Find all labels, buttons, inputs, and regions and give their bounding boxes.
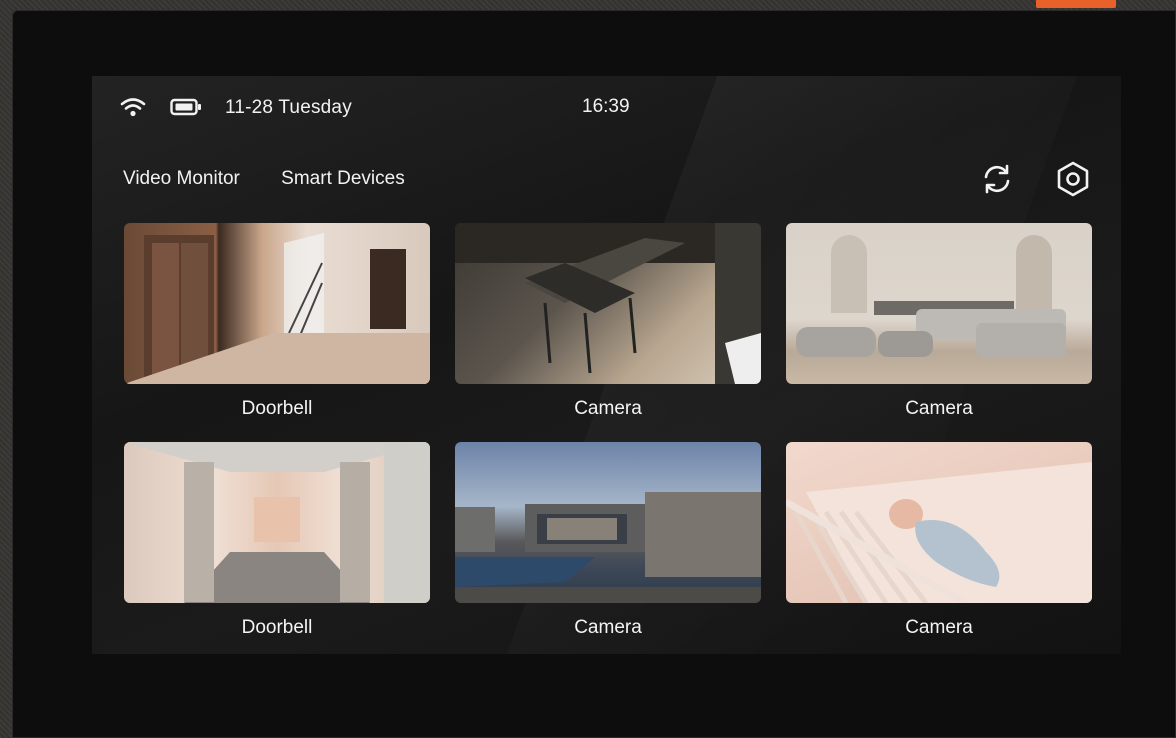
camera-feed-thumbnail[interactable] (455, 223, 761, 384)
screen: 11-28 Tuesday 16:39 Video Monitor Smart … (92, 76, 1121, 654)
tab-video-monitor[interactable]: Video Monitor (123, 168, 240, 189)
refresh-icon[interactable] (980, 162, 1014, 196)
nav-tabs: Video Monitor Smart Devices (123, 168, 441, 190)
camera-feed-thumbnail[interactable] (455, 442, 761, 603)
camera-feed-thumbnail[interactable] (124, 442, 430, 603)
date-text: 11-28 Tuesday (225, 97, 352, 118)
camera-tile[interactable]: Doorbell (124, 442, 430, 639)
camera-feed-thumbnail[interactable] (786, 442, 1092, 603)
camera-tile[interactable]: Camera (786, 442, 1092, 639)
camera-tile[interactable]: Camera (455, 223, 761, 420)
camera-label: Camera (574, 398, 642, 419)
orange-indicator (1036, 0, 1116, 8)
settings-icon[interactable] (1054, 160, 1092, 198)
clock-time: 16:39 (582, 96, 630, 117)
camera-tile[interactable]: Camera (786, 223, 1092, 420)
camera-label: Camera (905, 398, 973, 419)
battery-icon (170, 98, 201, 116)
camera-label: Camera (905, 617, 973, 638)
camera-feed-thumbnail[interactable] (124, 223, 430, 384)
camera-tile[interactable]: Camera (455, 442, 761, 639)
wifi-icon (120, 98, 146, 117)
camera-tile[interactable]: Doorbell (124, 223, 430, 420)
tab-smart-devices[interactable]: Smart Devices (281, 168, 405, 189)
camera-feed-thumbnail[interactable] (786, 223, 1092, 384)
camera-label: Doorbell (241, 617, 313, 638)
status-bar: 11-28 Tuesday 16:39 (92, 94, 1121, 122)
camera-label: Camera (574, 617, 642, 638)
camera-label: Doorbell (241, 398, 313, 419)
